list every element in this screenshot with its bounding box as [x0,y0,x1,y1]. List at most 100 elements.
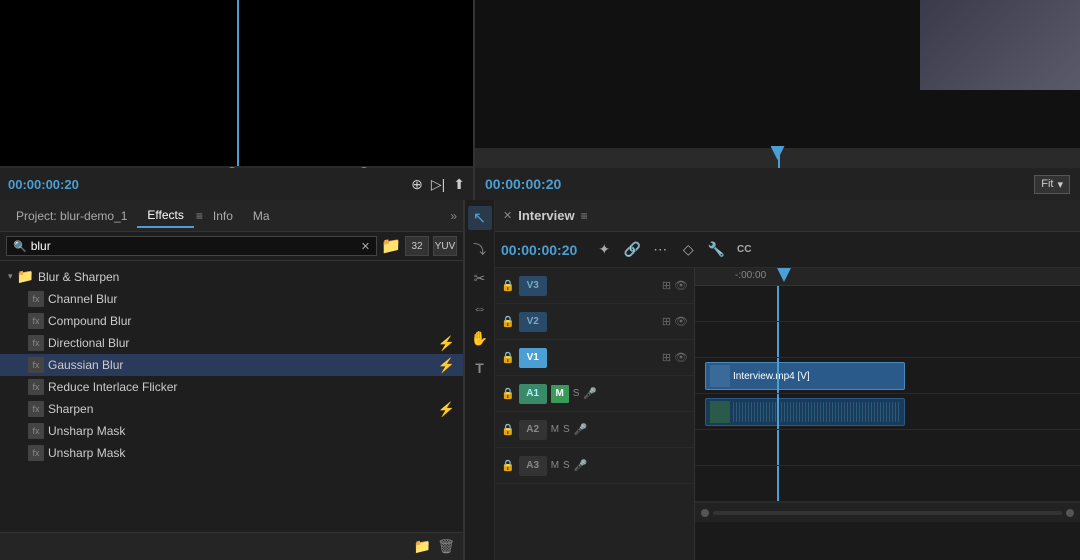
effects-menu-icon[interactable]: ≡ [196,209,203,223]
accelerated-icon: ⚡ [438,335,455,352]
v2-eye-icon[interactable]: 👁 [674,315,688,328]
panel-tabs: Project: blur-demo_1 Effects ≡ Info Ma » [0,200,463,232]
delete-icon[interactable]: 🗑 [437,538,455,555]
effect-channel-blur[interactable]: fx Channel Blur [0,288,463,310]
thumbnail-content [920,0,1080,90]
effects-list: ▾ 📁 Blur & Sharpen fx Channel Blur fx Co… [0,261,463,532]
tab-info[interactable]: Info [203,205,243,227]
search-input[interactable] [31,239,357,253]
v1-fx-icon[interactable]: ⊞ [662,351,671,364]
preview-right-top [475,0,1080,148]
v2-fx-icon[interactable]: ⊞ [662,315,671,328]
a1-mic-icon[interactable]: 🎤 [583,387,597,400]
effect-name-directional-blur: Directional Blur [48,336,129,350]
panel-tabs-right: » [450,209,457,223]
hand-tool[interactable]: ✋ [468,326,492,350]
tab-effects[interactable]: Effects [137,204,193,228]
a1-lock-icon[interactable]: 🔒 [501,387,515,400]
a2-lock-icon[interactable]: 🔒 [501,423,515,436]
new-folder-icon[interactable]: 📁 [414,538,431,555]
panel-expand-icon[interactable]: » [450,209,457,223]
cc-tool[interactable]: CC [733,239,755,261]
effect-unsharp-mask-1[interactable]: fx Unsharp Mask [0,420,463,442]
keyframe-tool[interactable]: ◇ [677,239,699,261]
folder-icon: 📁 [17,268,34,285]
timeline-header: ✕ Interview ≡ [495,200,1080,232]
effect-compound-blur[interactable]: fx Compound Blur [0,310,463,332]
a3-mic-icon[interactable]: 🎤 [574,459,588,472]
tab-project[interactable]: Project: blur-demo_1 [6,205,137,227]
ripple-tool[interactable]: ⤵ [468,236,492,260]
text-tool[interactable]: T [468,356,492,380]
track-area[interactable]: -:00:00 [695,268,1080,560]
a1-label-btn[interactable]: A1 [519,384,547,404]
v2-label-btn[interactable]: V2 [519,312,547,332]
a2-mic-icon[interactable]: 🎤 [574,423,588,436]
v3-eye-icon[interactable]: 👁 [674,279,688,292]
top-row: 00:00:00:20 ⊕ ▷| ⬆ 00:00:00:20 Fit ▾ [0,0,1080,200]
v1-lock-icon[interactable]: 🔒 [501,351,515,364]
preview-right-scrub[interactable] [475,148,1080,168]
timeline-tools: 00:00:00:20 ✦ 🔗 ⋯ ◇ 🔧 CC [495,232,1080,268]
filter-icon[interactable]: ⊕ [411,176,423,193]
effect-sharpen[interactable]: fx Sharpen ⚡ [0,398,463,420]
bottom-row: Project: blur-demo_1 Effects ≡ Info Ma »… [0,200,1080,560]
a1-clip-row [695,394,1080,430]
clear-search-icon[interactable]: ✕ [361,240,370,253]
effect-icon-channel-blur: fx [28,291,44,307]
fit-dropdown[interactable]: Fit ▾ [1034,175,1070,194]
v3-clip-row [695,286,1080,322]
export-icon[interactable]: ⬆ [453,176,465,193]
linked-tool[interactable]: 🔗 [621,239,643,261]
markers-tool[interactable]: ⋯ [649,239,671,261]
effect-icon-compound-blur: fx [28,313,44,329]
folder-create-icon[interactable]: 📁 [381,236,401,256]
effect-name-unsharp-1: Unsharp Mask [48,424,125,438]
effect-icon-unsharp-2: fx [28,445,44,461]
effects-panel: Project: blur-demo_1 Effects ≡ Info Ma »… [0,200,465,560]
icon-yuv-button[interactable]: YUV [433,236,457,256]
a3-lock-icon[interactable]: 🔒 [501,459,515,472]
timeline-scroll-end[interactable] [1066,509,1074,517]
v2-track-icons: ⊞ 👁 [662,315,688,328]
effect-name-unsharp-2: Unsharp Mask [48,446,125,460]
v1-label-btn[interactable]: V1 [519,348,547,368]
icon-32-button[interactable]: 32 [405,236,429,256]
a2-label-btn[interactable]: A2 [519,420,547,440]
v2-lock-icon[interactable]: 🔒 [501,315,515,328]
v3-label-btn[interactable]: V3 [519,276,547,296]
tab-markers[interactable]: Ma [243,205,280,227]
effect-directional-blur[interactable]: fx Directional Blur ⚡ [0,332,463,354]
timeline-close-icon[interactable]: ✕ [503,209,512,222]
right-playhead-head[interactable] [771,146,785,160]
a1-m-badge[interactable]: M [551,385,569,403]
v2-clip-row [695,322,1080,358]
effect-reduce-interlace[interactable]: fx Reduce Interlace Flicker [0,376,463,398]
gaussian-accelerated-icon: ⚡ [438,357,455,374]
v1-eye-icon[interactable]: 👁 [674,351,688,364]
timeline-scrollbar[interactable] [713,511,1062,515]
selection-tool[interactable]: ↖ [468,206,492,230]
v3-lock-icon[interactable]: 🔒 [501,279,515,292]
play-to-icon[interactable]: ▷| [431,176,445,193]
slip-tool[interactable]: ⇔ [468,296,492,320]
preview-thumbnail [920,0,1080,90]
timeline-scroll-start[interactable] [701,509,709,517]
a2-m-label: M [551,424,559,435]
timeline-ruler: -:00:00 [695,268,1080,286]
a2-s-label: S [563,424,570,435]
blur-sharpen-folder[interactable]: ▾ 📁 Blur & Sharpen [0,265,463,288]
v1-clip[interactable]: Interview.mp4 [V] [705,362,905,390]
a1-clip[interactable] [705,398,905,426]
effect-gaussian-blur[interactable]: fx Gaussian Blur ⚡ [0,354,463,376]
playhead-a3 [777,466,779,501]
razor-tool[interactable]: ✂ [468,266,492,290]
v3-fx-icon[interactable]: ⊞ [662,279,671,292]
timeline-menu-icon[interactable]: ≡ [581,209,588,223]
settings-tool[interactable]: 🔧 [705,239,727,261]
a3-m-label: M [551,460,559,471]
a3-label-btn[interactable]: A3 [519,456,547,476]
snap-tool[interactable]: ✦ [593,239,615,261]
search-bar: 🔍 ✕ 📁 32 YUV [0,232,463,261]
effect-unsharp-mask-2[interactable]: fx Unsharp Mask [0,442,463,464]
